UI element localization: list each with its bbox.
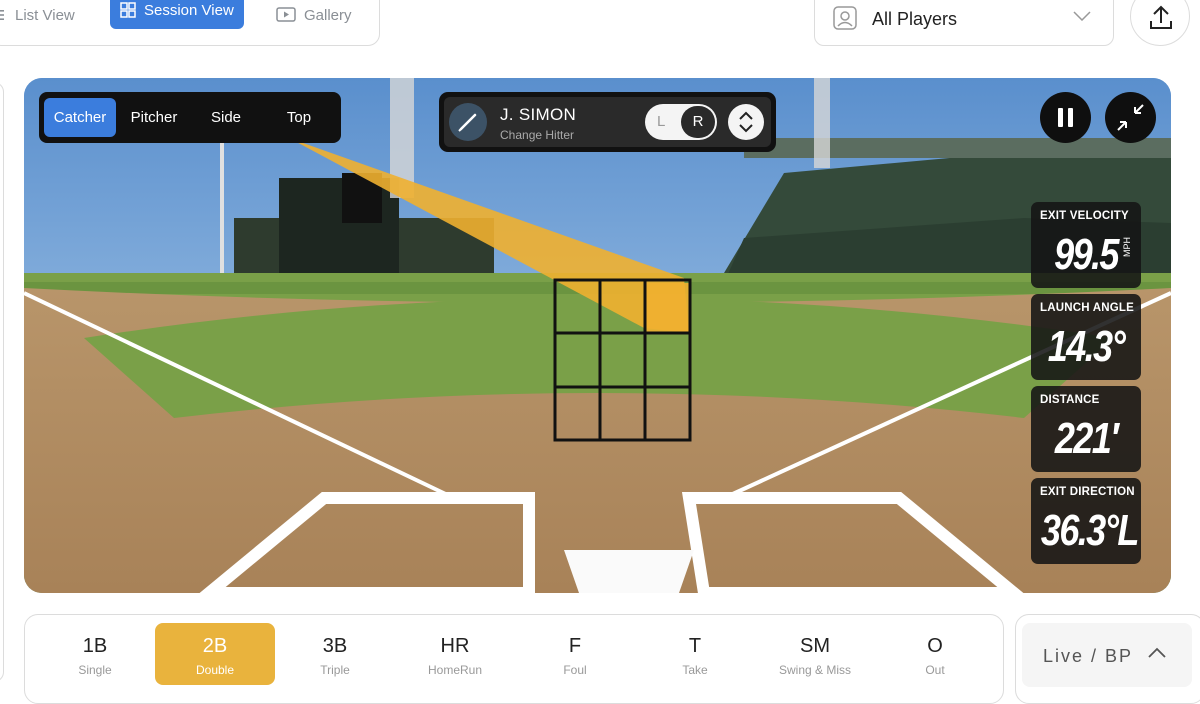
batting-side-toggle[interactable]: L R [645,104,717,140]
mode-label: Live / BP [1043,646,1134,666]
distance-card: DISTANCE 221′ [1031,386,1141,472]
side-panel-edge [0,82,4,682]
play-icon [276,7,296,22]
stat-title: EXIT VELOCITY [1040,210,1129,222]
list-view-label: List View [15,6,75,24]
ballpark-scene [24,78,1171,593]
tab-pitcher[interactable]: Pitcher [118,98,190,137]
stat-unit: MPH [1122,237,1132,257]
stat-title: LAUNCH ANGLE [1040,302,1134,314]
collapse-button[interactable] [1105,92,1156,143]
list-view-tab[interactable]: List View [0,1,75,29]
stat-title: DISTANCE [1040,394,1100,406]
hitter-panel: J. SIMON Change Hitter L R [439,92,776,152]
stat-value: 14.3° [1047,322,1126,371]
result-swing-miss-button[interactable]: SM Swing & Miss [755,623,875,685]
player-card-icon [833,6,857,30]
exit-velocity-card: EXIT VELOCITY 99.5 MPH [1031,202,1141,288]
player-select[interactable]: All Players [814,0,1114,46]
tab-catcher[interactable]: Catcher [44,98,116,137]
chevron-up-down-icon [739,111,753,133]
right-side-option[interactable]: R [681,106,715,138]
player-select-value: All Players [872,9,958,29]
change-hitter-link[interactable]: Change Hitter [500,128,574,142]
gallery-tab[interactable]: Gallery [276,1,352,29]
pause-icon [1058,108,1073,127]
chevron-up-icon [1148,647,1166,658]
hitter-name: J. SIMON [500,105,577,124]
result-homerun-button[interactable]: HR HomeRun [395,623,515,685]
result-triple-button[interactable]: 3B Triple [275,623,395,685]
result-foul-button[interactable]: F Foul [515,623,635,685]
launch-angle-card: LAUNCH ANGLE 14.3° [1031,294,1141,380]
bat-icon[interactable] [449,103,487,141]
left-side-option[interactable]: L [657,113,665,130]
tab-top[interactable]: Top [263,98,335,137]
result-double-button[interactable]: 2B Double [155,623,275,685]
pause-button[interactable] [1040,92,1091,143]
share-button[interactable] [1130,0,1190,46]
list-icon [0,10,4,20]
exit-direction-card: EXIT DIRECTION 36.3°L [1031,478,1141,564]
view-switcher: List View Session View Gallery [0,0,380,46]
result-single-button[interactable]: 1B Single [35,623,155,685]
session-view-label: Session View [144,1,234,19]
grid-icon [120,2,136,18]
collapse-icon [1117,104,1144,131]
gallery-label: Gallery [304,6,352,24]
stat-title: EXIT DIRECTION [1040,486,1135,498]
swap-hitter-button[interactable] [728,104,764,140]
stat-value: 99.5 [1054,230,1119,279]
stat-value: 36.3°L [1040,506,1139,555]
session-view-tab[interactable]: Session View [110,0,244,29]
tab-side[interactable]: Side [190,98,262,137]
ballpark-view[interactable]: Catcher Pitcher Side Top J. SIMON Change… [24,78,1171,593]
result-take-button[interactable]: T Take [635,623,755,685]
upload-icon [1150,5,1172,29]
result-out-button[interactable]: O Out [875,623,995,685]
stat-value: 221′ [1054,414,1119,463]
chevron-down-icon [1073,11,1091,21]
camera-tabs: Catcher Pitcher Side Top [39,92,341,143]
